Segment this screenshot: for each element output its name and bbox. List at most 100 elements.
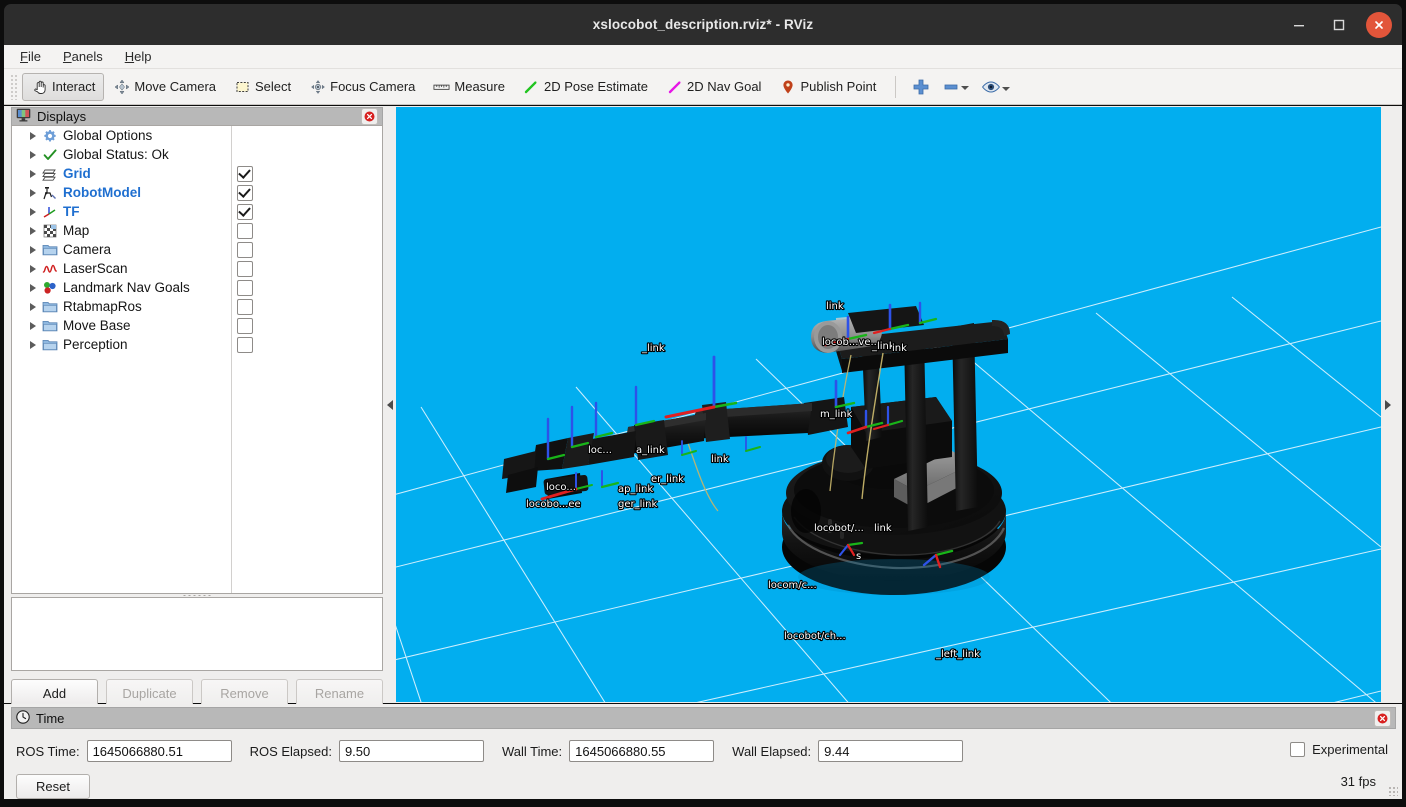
display-label: Camera xyxy=(60,242,111,257)
tool-2d-pose-estimate-label: 2D Pose Estimate xyxy=(544,79,648,94)
tool-measure[interactable]: Measure xyxy=(424,73,514,101)
magenta-arrow-icon xyxy=(666,78,683,95)
display-checkbox-camera[interactable] xyxy=(237,242,253,258)
expand-arrow-icon[interactable] xyxy=(26,278,40,297)
display-item-camera[interactable]: Camera xyxy=(12,240,382,259)
display-checkbox-perception[interactable] xyxy=(237,337,253,353)
svg-text:loco...: loco... xyxy=(546,482,576,493)
tool-interact[interactable]: Interact xyxy=(22,73,104,101)
add-tool-button[interactable] xyxy=(906,78,936,96)
expand-arrow-icon[interactable] xyxy=(26,164,40,183)
add-button[interactable]: Add xyxy=(11,679,98,707)
experimental-checkbox-group[interactable]: Experimental xyxy=(1290,742,1388,757)
display-item-map[interactable]: Map xyxy=(12,221,382,240)
display-item-grid[interactable]: Grid xyxy=(12,164,382,183)
display-item-global-status[interactable]: Global Status: Ok xyxy=(12,145,382,164)
expand-arrow-icon[interactable] xyxy=(26,126,40,145)
reset-button[interactable]: Reset xyxy=(16,774,90,799)
expand-arrow-icon[interactable] xyxy=(26,240,40,259)
axes-icon xyxy=(40,202,60,221)
svg-text:ger_link: ger_link xyxy=(618,499,658,510)
display-item-laserscan[interactable]: LaserScan xyxy=(12,259,382,278)
expand-arrow-icon[interactable] xyxy=(26,335,40,354)
tool-move-camera[interactable]: Move Camera xyxy=(104,73,225,101)
folder-icon xyxy=(40,335,60,354)
expand-arrow-icon[interactable] xyxy=(26,259,40,278)
display-label: Global Options xyxy=(60,128,152,143)
right-panel-collapse-handle[interactable] xyxy=(1381,107,1395,702)
display-label: Map xyxy=(60,223,89,238)
time-close-button[interactable] xyxy=(1374,710,1391,727)
display-checkbox-map[interactable] xyxy=(237,223,253,239)
menu-panels[interactable]: Panels xyxy=(63,49,103,64)
display-checkbox-tf[interactable] xyxy=(237,204,253,220)
folder-icon xyxy=(40,297,60,316)
expand-arrow-icon[interactable] xyxy=(26,221,40,240)
tool-publish-point-label: Publish Point xyxy=(800,79,876,94)
display-item-rtabmapros[interactable]: RtabmapRos xyxy=(12,297,382,316)
display-label: Grid xyxy=(60,166,91,181)
ros-elapsed-input[interactable]: 9.50 xyxy=(339,740,484,762)
expand-arrow-icon[interactable] xyxy=(26,145,40,164)
window-controls xyxy=(1286,4,1392,45)
resize-grip[interactable] xyxy=(1388,786,1398,796)
ros-time-input[interactable]: 1645066880.51 xyxy=(87,740,232,762)
display-checkbox-robotmodel[interactable] xyxy=(237,185,253,201)
expand-arrow-icon[interactable] xyxy=(26,316,40,335)
svg-text:link: link xyxy=(826,301,844,312)
wall-elapsed-label: Wall Elapsed: xyxy=(732,744,811,759)
svg-text:loc...: loc... xyxy=(588,445,612,456)
left-panel-collapse-handle[interactable] xyxy=(383,107,397,702)
tool-2d-pose-estimate[interactable]: 2D Pose Estimate xyxy=(514,73,657,101)
display-checkbox-grid[interactable] xyxy=(237,166,253,182)
display-properties-box[interactable] xyxy=(11,597,383,671)
laserscan-icon xyxy=(40,259,60,278)
visibility-tool-button[interactable] xyxy=(975,80,1016,94)
expand-arrow-icon[interactable] xyxy=(26,202,40,221)
toolbar-separator xyxy=(895,76,896,98)
expand-arrow-icon[interactable] xyxy=(26,183,40,202)
display-item-tf[interactable]: TF xyxy=(12,202,382,221)
displays-close-button[interactable] xyxy=(361,108,378,125)
display-item-global-options[interactable]: Global Options xyxy=(12,126,382,145)
grid-icon xyxy=(40,164,60,183)
minimize-button[interactable] xyxy=(1286,12,1312,38)
menu-file[interactable]: FFileile xyxy=(20,49,41,64)
remove-tool-button[interactable] xyxy=(936,81,975,93)
display-item-move-base[interactable]: Move Base xyxy=(12,316,382,335)
displays-panel: Displays xyxy=(11,107,383,702)
tool-2d-nav-goal[interactable]: 2D Nav Goal xyxy=(657,73,770,101)
toolbar-grip[interactable] xyxy=(10,74,18,100)
svg-text:locobot/ch...: locobot/ch... xyxy=(784,631,846,642)
tool-select[interactable]: Select xyxy=(225,73,300,101)
wall-time-input[interactable]: 1645066880.55 xyxy=(569,740,714,762)
display-checkbox-move-base[interactable] xyxy=(237,318,253,334)
tool-focus-camera[interactable]: Focus Camera xyxy=(300,73,424,101)
display-checkbox-rtabmapros[interactable] xyxy=(237,299,253,315)
wall-elapsed-input[interactable]: 9.44 xyxy=(818,740,963,762)
display-checkbox-landmark-nav-goals[interactable] xyxy=(237,280,253,296)
display-item-landmark-nav-goals[interactable]: Landmark Nav Goals xyxy=(12,278,382,297)
display-item-perception[interactable]: Perception xyxy=(12,335,382,354)
tool-publish-point[interactable]: Publish Point xyxy=(770,73,885,101)
3d-viewport[interactable]: _link locob...ve... _link ink link m_lin… xyxy=(396,107,1381,702)
menu-help[interactable]: Help xyxy=(125,49,152,64)
rename-button[interactable]: Rename xyxy=(296,679,383,707)
maximize-button[interactable] xyxy=(1326,12,1352,38)
displays-tree[interactable]: Global Options Global Status: Ok xyxy=(11,125,383,594)
svg-text:_link: _link xyxy=(641,343,665,354)
menu-bar: FFileile Panels Help xyxy=(4,45,1402,69)
tool-focus-camera-label: Focus Camera xyxy=(330,79,415,94)
display-item-robotmodel[interactable]: RobotModel xyxy=(12,183,382,202)
close-button[interactable] xyxy=(1366,12,1392,38)
display-label: Move Base xyxy=(60,318,131,333)
display-checkbox-laserscan[interactable] xyxy=(237,261,253,277)
expand-arrow-icon[interactable] xyxy=(26,297,40,316)
ros-elapsed-field: ROS Elapsed: 9.50 xyxy=(250,740,484,762)
hand-cursor-icon xyxy=(31,78,48,95)
svg-text:er_link: er_link xyxy=(651,474,684,485)
experimental-checkbox[interactable] xyxy=(1290,742,1305,757)
ros-time-field: ROS Time: 1645066880.51 xyxy=(16,740,232,762)
remove-button[interactable]: Remove xyxy=(201,679,288,707)
duplicate-button[interactable]: Duplicate xyxy=(106,679,193,707)
